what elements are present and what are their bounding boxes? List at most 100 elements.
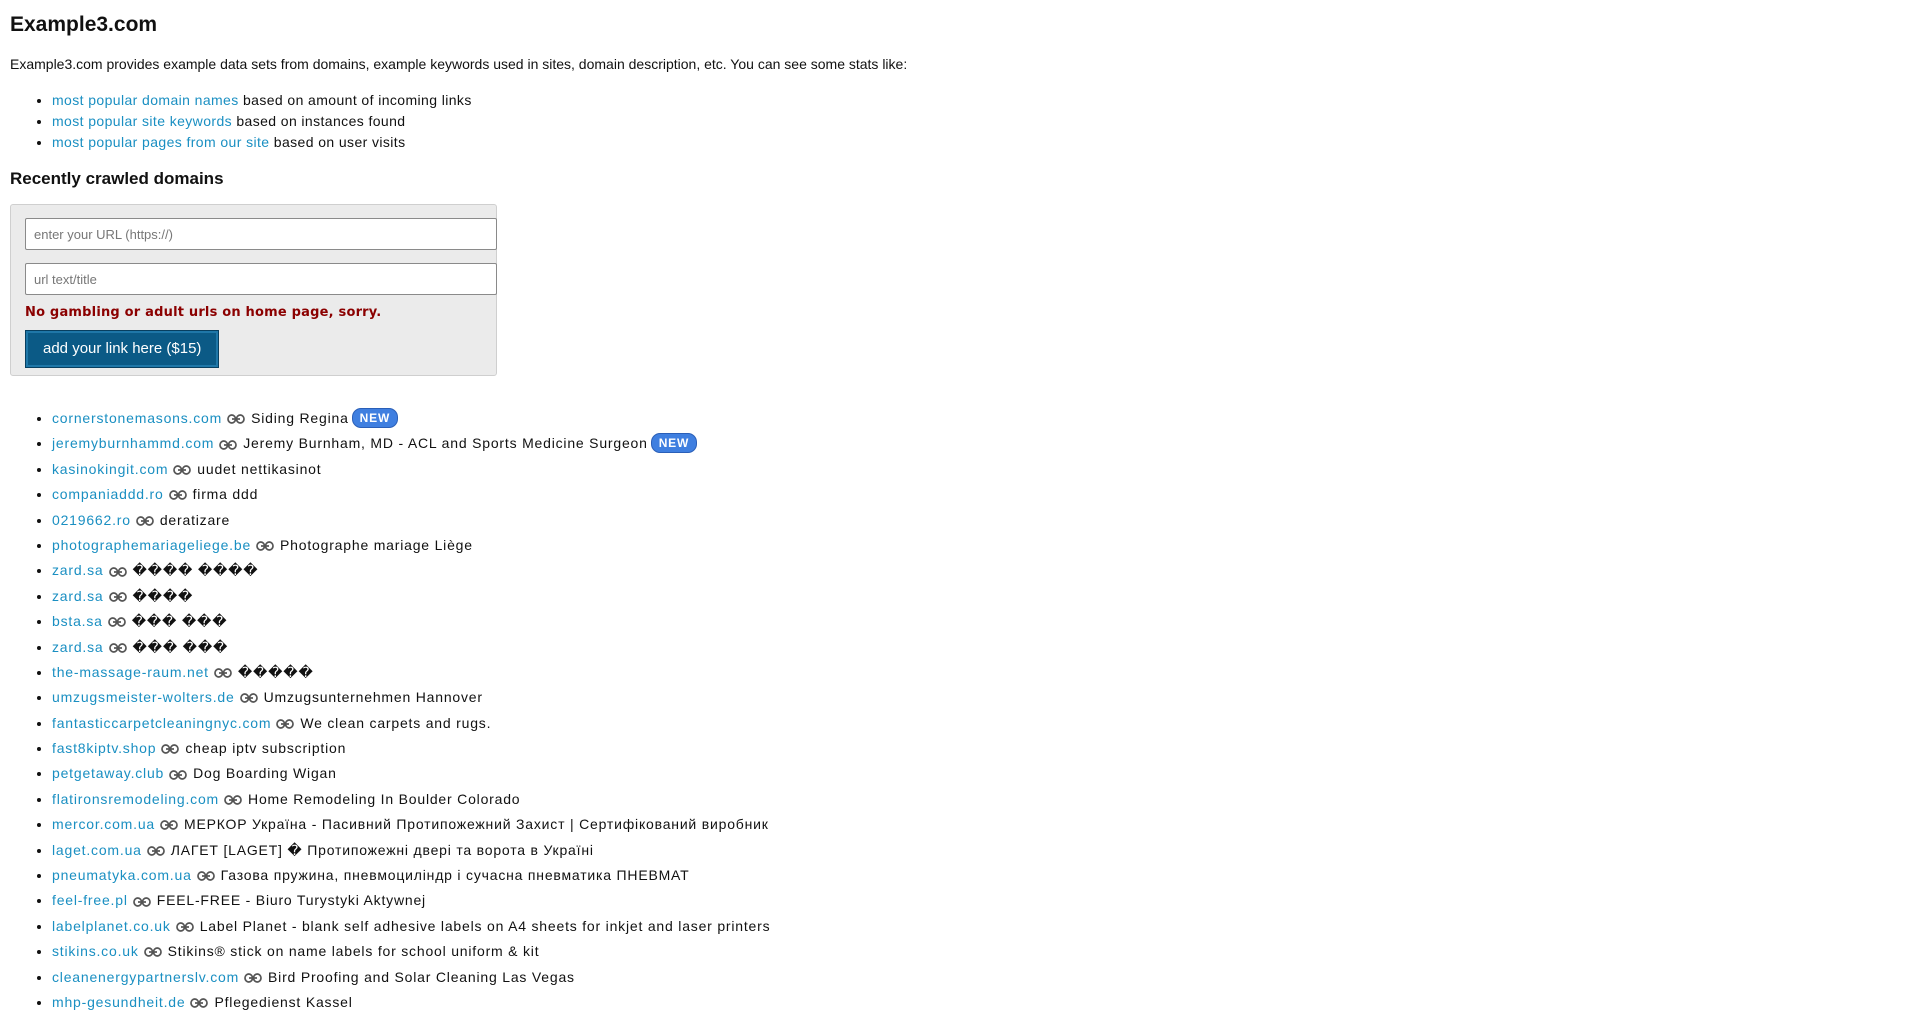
domain-description: Газова пружина, пневмоциліндр і сучасна …: [220, 867, 690, 884]
domain-description: ���� ����: [132, 562, 259, 579]
link-icon[interactable]: [135, 509, 154, 533]
link-icon[interactable]: [143, 940, 162, 964]
link-icon[interactable]: [108, 585, 127, 609]
link-icon[interactable]: [244, 966, 262, 990]
link-icon[interactable]: [160, 813, 178, 837]
domain-description: firma ddd: [192, 486, 259, 503]
domain-link[interactable]: zard.sa: [52, 639, 104, 655]
domain-link[interactable]: zard.sa: [52, 588, 104, 604]
link-icon[interactable]: [146, 839, 165, 863]
link-icon[interactable]: [132, 890, 151, 914]
link-icon[interactable]: [256, 534, 274, 558]
domain-link[interactable]: laget.com.ua: [52, 842, 142, 858]
domain-row: cleanenergypartnerslv.com Bird Proofing a…: [52, 965, 1910, 990]
domain-link[interactable]: jeremyburnhammd.com: [52, 435, 214, 451]
list-item: most popular domain names based on amoun…: [52, 90, 1910, 111]
domain-description: Bird Proofing and Solar Cleaning Las Veg…: [268, 968, 575, 985]
domain-link[interactable]: mercor.com.ua: [52, 816, 155, 832]
domain-link[interactable]: cleanenergypartnerslv.com: [52, 969, 239, 985]
domain-list: cornerstonemasons.com Siding ReginaNEW jer…: [10, 406, 1910, 1015]
page-title: Example3.com: [10, 13, 158, 36]
domain-link[interactable]: fast8kiptv.shop: [52, 740, 156, 756]
domain-row: the-massage-raum.net �����: [52, 660, 1910, 685]
domain-description: cheap iptv subscription: [185, 740, 347, 757]
domain-description: ��� ���: [132, 638, 229, 655]
link-icon[interactable]: [239, 686, 258, 710]
domain-description: ЛАГЕТ [LAGET] � Протипожежні двері та во…: [170, 841, 594, 858]
stat-description: based on instances found: [236, 113, 406, 129]
intro-text: Example3.com provides example data sets …: [10, 56, 908, 72]
link-icon[interactable]: [169, 763, 187, 787]
domain-row: zard.sa ��� ���: [52, 635, 1910, 660]
domain-row: pneumatyka.com.ua Газова пружина, пневмоц…: [52, 863, 1910, 888]
domain-link[interactable]: pneumatyka.com.ua: [52, 867, 192, 883]
domain-link[interactable]: zard.sa: [52, 562, 104, 578]
domain-link[interactable]: petgetaway.club: [52, 765, 164, 781]
link-icon[interactable]: [190, 991, 209, 1015]
domain-description: Pflegedienst Kassel: [214, 993, 353, 1010]
domain-row: companiaddd.ro firma ddd: [52, 482, 1910, 507]
domain-link[interactable]: fantasticcarpetcleaningnyc.com: [52, 715, 271, 731]
domain-row: zard.sa ����: [52, 584, 1910, 609]
new-badge: NEW: [351, 408, 399, 428]
popular-keywords-link[interactable]: most popular site keywords: [52, 113, 232, 129]
domain-link[interactable]: labelplanet.co.uk: [52, 918, 171, 934]
list-item: most popular site keywords based on inst…: [52, 111, 1910, 132]
link-icon[interactable]: [108, 560, 127, 584]
link-icon[interactable]: [161, 737, 180, 761]
page: Example3.com Example3.com provides examp…: [0, 13, 1920, 1015]
link-icon[interactable]: [196, 864, 215, 888]
link-icon[interactable]: [108, 636, 127, 660]
domain-row: umzugsmeister-wolters.de Umzugsunternehme…: [52, 685, 1910, 710]
domain-row: jeremyburnhammd.com Jeremy Burnham, MD - …: [52, 431, 1910, 456]
domain-row: zard.sa ���� ����: [52, 558, 1910, 583]
url-title-input[interactable]: [25, 263, 497, 295]
link-icon[interactable]: [173, 458, 192, 482]
domain-description: Home Remodeling In Boulder Colorado: [248, 790, 521, 807]
domain-description: Stikins® stick on name labels for school…: [167, 943, 540, 960]
popular-domains-link[interactable]: most popular domain names: [52, 92, 239, 108]
warning-text: No gambling or adult urls on home page, …: [25, 305, 382, 320]
link-icon[interactable]: [168, 483, 187, 507]
link-icon[interactable]: [107, 610, 126, 634]
domain-link[interactable]: kasinokingit.com: [52, 461, 168, 477]
domain-link[interactable]: cornerstonemasons.com: [52, 410, 222, 426]
domain-row: cornerstonemasons.com Siding ReginaNEW: [52, 406, 1910, 431]
domain-link[interactable]: feel-free.pl: [52, 892, 128, 908]
list-item: most popular pages from our site based o…: [52, 132, 1910, 153]
add-link-form: No gambling or adult urls on home page, …: [10, 204, 497, 376]
domain-link[interactable]: flatironsremodeling.com: [52, 791, 219, 807]
domain-row: petgetaway.club Dog Boarding Wigan: [52, 761, 1910, 786]
link-icon[interactable]: [175, 915, 194, 939]
link-icon[interactable]: [213, 661, 232, 685]
domain-description: FEEL-FREE - Biuro Turystyki Aktywnej: [156, 892, 426, 909]
domain-row: laget.com.ua ЛАГЕТ [LAGET] � Протипожежні…: [52, 838, 1910, 863]
popular-pages-link[interactable]: most popular pages from our site: [52, 134, 269, 150]
domain-row: mhp-gesundheit.de Pflegedienst Kassel: [52, 990, 1910, 1015]
link-icon[interactable]: [224, 788, 242, 812]
domain-link[interactable]: bsta.sa: [52, 613, 103, 629]
domain-row: feel-free.pl FEEL-FREE - Biuro Turystyki …: [52, 888, 1910, 913]
domain-row: stikins.co.uk Stikins® stick on name labe…: [52, 939, 1910, 964]
domain-description: МЕРКОР Україна - Пасивний Протипожежний …: [184, 816, 769, 833]
domain-link[interactable]: the-massage-raum.net: [52, 664, 209, 680]
link-icon[interactable]: [227, 407, 245, 431]
domain-row: labelplanet.co.uk Label Planet - blank se…: [52, 914, 1910, 939]
domain-description: �����: [237, 663, 314, 680]
add-link-button[interactable]: add your link here ($15): [25, 330, 220, 368]
domain-link[interactable]: mhp-gesundheit.de: [52, 994, 185, 1010]
domain-link[interactable]: companiaddd.ro: [52, 486, 164, 502]
domain-row: photographemariageliege.be Photographe ma…: [52, 533, 1910, 558]
domain-row: fast8kiptv.shop cheap iptv subscription: [52, 736, 1910, 761]
domain-description: Siding Regina: [251, 410, 349, 426]
link-icon[interactable]: [219, 433, 238, 457]
url-input[interactable]: [25, 218, 497, 250]
section-heading: Recently crawled domains: [10, 169, 224, 188]
domain-link[interactable]: umzugsmeister-wolters.de: [52, 689, 235, 705]
domain-row: bsta.sa ��� ���: [52, 609, 1910, 634]
domain-link[interactable]: 0219662.ro: [52, 512, 131, 528]
domain-link[interactable]: photographemariageliege.be: [52, 537, 251, 553]
stat-description: based on user visits: [273, 134, 406, 150]
link-icon[interactable]: [276, 712, 295, 736]
domain-link[interactable]: stikins.co.uk: [52, 943, 139, 959]
